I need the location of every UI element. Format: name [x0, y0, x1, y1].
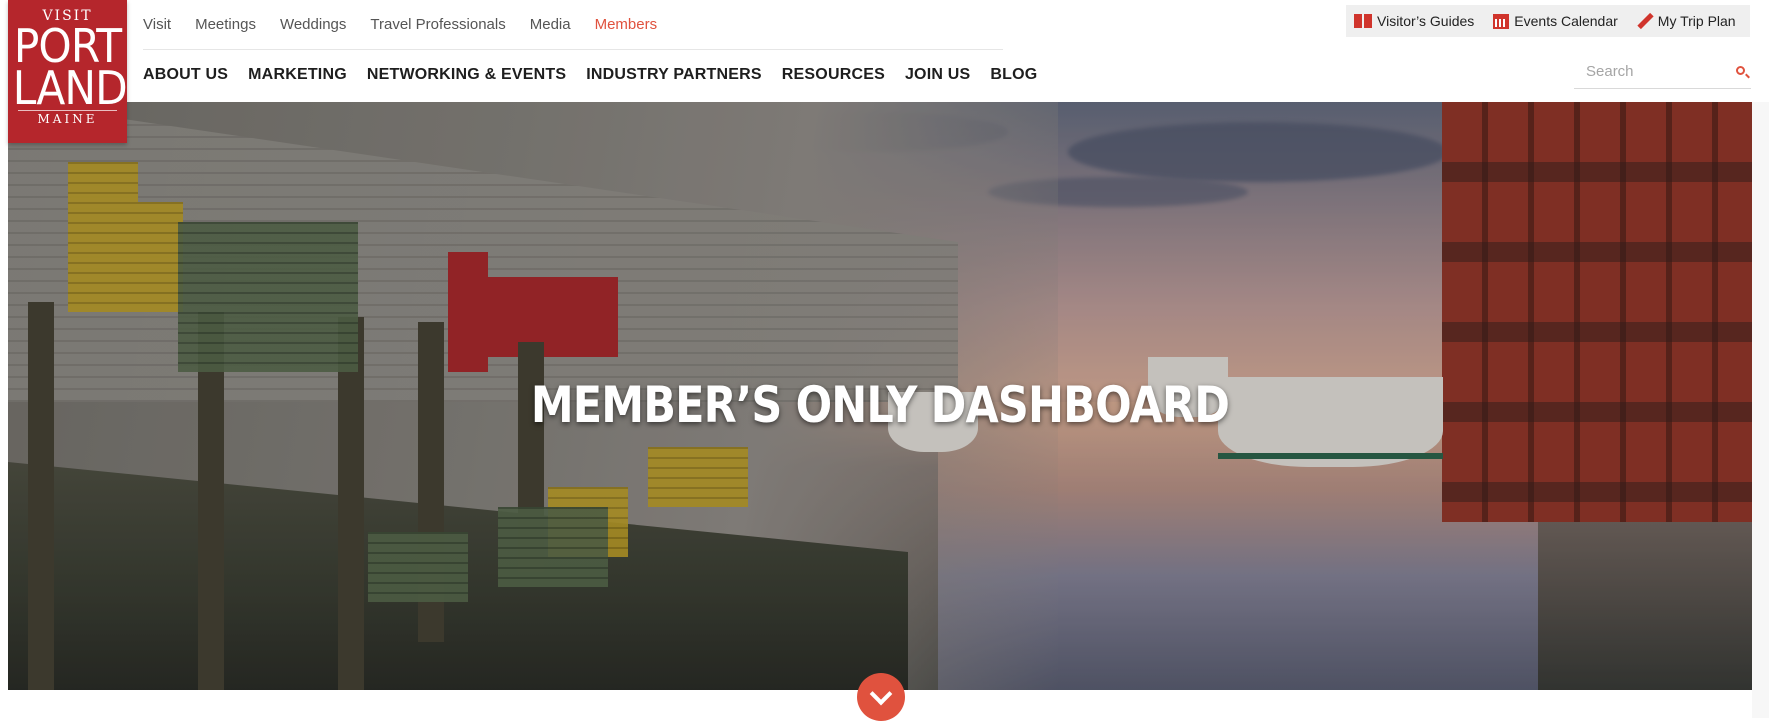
members-main-nav: ABOUT US MARKETING NETWORKING & EVENTS I…: [143, 66, 1057, 84]
nav-divider: [143, 49, 1003, 50]
audience-nav: Visit Meetings Weddings Travel Professio…: [143, 16, 681, 38]
book-icon: [1354, 14, 1372, 28]
hero-banner: MEMBER’S ONLY DASHBOARD: [8, 102, 1752, 690]
nav-networking-events[interactable]: NETWORKING & EVENTS: [367, 66, 566, 84]
nav-about-us[interactable]: ABOUT US: [143, 66, 228, 84]
nav-resources[interactable]: RESOURCES: [782, 66, 885, 84]
logo-maine-text: MAINE: [37, 112, 98, 126]
nav-industry-partners[interactable]: INDUSTRY PARTNERS: [586, 66, 762, 84]
events-calendar-label: Events Calendar: [1514, 13, 1618, 29]
nav-media-link[interactable]: Media: [530, 16, 571, 38]
nav-visit-link[interactable]: Visit: [143, 16, 171, 38]
search-box: [1574, 56, 1751, 89]
scroll-down-button[interactable]: [857, 673, 905, 721]
nav-meetings-link[interactable]: Meetings: [195, 16, 256, 38]
nav-join-us[interactable]: JOIN US: [905, 66, 970, 84]
calendar-icon: [1493, 13, 1510, 29]
my-trip-plan-label: My Trip Plan: [1657, 13, 1736, 29]
logo-divider: [18, 110, 117, 111]
pencil-icon: [1637, 13, 1653, 29]
logo-land-text: LAND: [12, 61, 128, 115]
visitors-guides-label: Visitor’s Guides: [1377, 13, 1475, 29]
search-icon[interactable]: [1736, 66, 1745, 75]
page-edge: [1752, 0, 1769, 718]
nav-members-link[interactable]: Members: [595, 16, 658, 38]
nav-weddings-link[interactable]: Weddings: [280, 16, 346, 38]
my-trip-plan-link[interactable]: My Trip Plan: [1637, 13, 1736, 29]
nav-blog[interactable]: BLOG: [990, 66, 1037, 84]
hero-title: MEMBER’S ONLY DASHBOARD: [530, 375, 1230, 434]
site-header: VISIT PORT LAND MAINE Visit Meetings Wed…: [0, 0, 1769, 143]
utility-bar: Visitor’s Guides Events Calendar My Trip…: [1346, 5, 1750, 37]
chevron-down-icon: [869, 682, 893, 706]
search-input[interactable]: [1574, 56, 1738, 86]
nav-marketing[interactable]: MARKETING: [248, 66, 347, 84]
nav-travel-professionals-link[interactable]: Travel Professionals: [370, 16, 505, 38]
visitors-guides-link[interactable]: Visitor’s Guides: [1354, 13, 1474, 29]
events-calendar-link[interactable]: Events Calendar: [1493, 13, 1618, 29]
visit-portland-logo[interactable]: VISIT PORT LAND MAINE: [8, 0, 128, 143]
